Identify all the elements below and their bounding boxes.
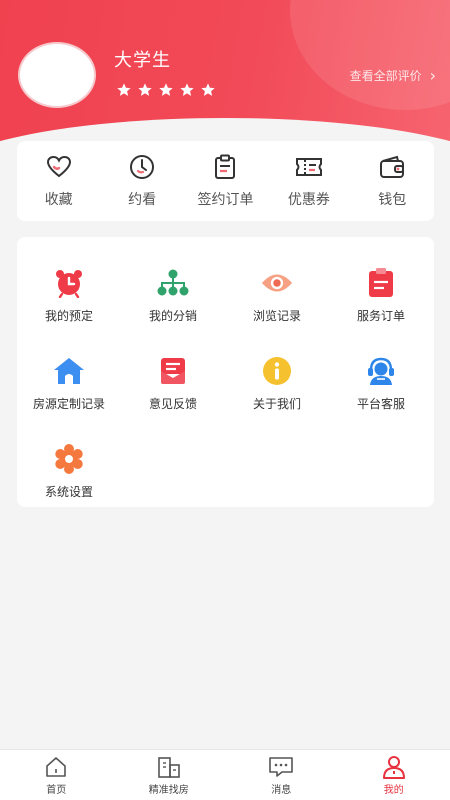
avatar[interactable] — [18, 42, 96, 108]
service-label: 平台客服 — [356, 397, 405, 411]
service-label: 浏览记录 — [252, 309, 301, 323]
quick-actions-card: 收藏 约看 签约订单 优惠券 钱包 — [17, 141, 434, 221]
service-system-settings[interactable]: 系统设置 — [17, 443, 121, 500]
alarm-clock-icon — [53, 267, 85, 299]
service-label: 意见反馈 — [148, 397, 197, 411]
quick-favorites[interactable]: 收藏 — [19, 153, 99, 209]
nav-label: 精准找房 — [148, 784, 189, 796]
gear-icon — [53, 443, 85, 475]
wallet-icon — [378, 153, 406, 181]
service-label: 系统设置 — [44, 485, 93, 499]
view-all-reviews-label: 查看全部评价 — [349, 69, 422, 83]
service-label: 关于我们 — [252, 397, 301, 411]
service-browse-history[interactable]: 浏览记录 — [225, 267, 329, 324]
nav-home[interactable]: 首页 — [6, 755, 106, 796]
service-my-reservations[interactable]: 我的预定 — [17, 267, 121, 324]
star-icon — [159, 83, 173, 96]
service-custom-listing-records[interactable]: 房源定制记录 — [17, 355, 121, 412]
home-icon — [43, 755, 69, 779]
nav-messages[interactable]: 消息 — [231, 755, 331, 796]
quick-label: 优惠券 — [287, 192, 330, 208]
org-chart-icon — [157, 267, 189, 299]
building-icon — [156, 755, 182, 779]
quick-wallet[interactable]: 钱包 — [352, 153, 432, 209]
star-icon — [117, 83, 131, 96]
services-card: 我的预定 我的分销 浏览记录 服务订单 房源定制记录 意见反馈 关于我们 平台客… — [17, 237, 434, 507]
quick-label: 签约订单 — [197, 192, 254, 208]
chevron-right-icon: › — [429, 66, 436, 85]
quick-signed-orders[interactable]: 签约订单 — [185, 153, 265, 209]
service-customer-support[interactable]: 平台客服 — [329, 355, 433, 412]
nav-label: 首页 — [46, 784, 67, 796]
clock-icon — [128, 153, 156, 181]
feedback-icon — [157, 355, 189, 387]
service-service-orders[interactable]: 服务订单 — [329, 267, 433, 324]
quick-label: 收藏 — [44, 192, 73, 208]
quick-label: 约看 — [128, 192, 157, 208]
service-my-distribution[interactable]: 我的分销 — [121, 267, 225, 324]
nav-find-house[interactable]: 精准找房 — [119, 755, 219, 796]
heart-icon — [45, 153, 73, 181]
info-icon — [261, 355, 293, 387]
service-label: 我的分销 — [148, 309, 197, 323]
quick-label: 钱包 — [378, 192, 407, 208]
star-icon — [138, 83, 152, 96]
user-icon — [381, 755, 407, 779]
rating-stars — [116, 82, 216, 98]
user-name: 大学生 — [114, 50, 171, 71]
nav-label: 我的 — [383, 784, 404, 796]
service-about-us[interactable]: 关于我们 — [225, 355, 329, 412]
quick-appointments[interactable]: 约看 — [102, 153, 182, 209]
eye-icon — [261, 267, 293, 299]
header-decoration — [290, 0, 450, 110]
view-all-reviews-link[interactable]: 查看全部评价 › — [350, 66, 436, 85]
customer-service-icon — [365, 355, 397, 387]
house-icon — [53, 355, 85, 387]
message-icon — [268, 755, 294, 779]
document-icon — [211, 153, 239, 181]
bottom-navigation: 首页 精准找房 消息 我的 — [0, 749, 450, 800]
clipboard-icon — [365, 267, 397, 299]
ticket-icon — [295, 153, 323, 181]
star-icon — [201, 83, 215, 96]
service-label: 房源定制记录 — [32, 397, 105, 411]
service-label: 我的预定 — [44, 309, 93, 323]
nav-mine[interactable]: 我的 — [344, 755, 444, 796]
quick-coupons[interactable]: 优惠券 — [269, 153, 349, 209]
nav-label: 消息 — [271, 784, 292, 796]
service-feedback[interactable]: 意见反馈 — [121, 355, 225, 412]
service-label: 服务订单 — [356, 309, 405, 323]
star-icon — [180, 83, 194, 96]
